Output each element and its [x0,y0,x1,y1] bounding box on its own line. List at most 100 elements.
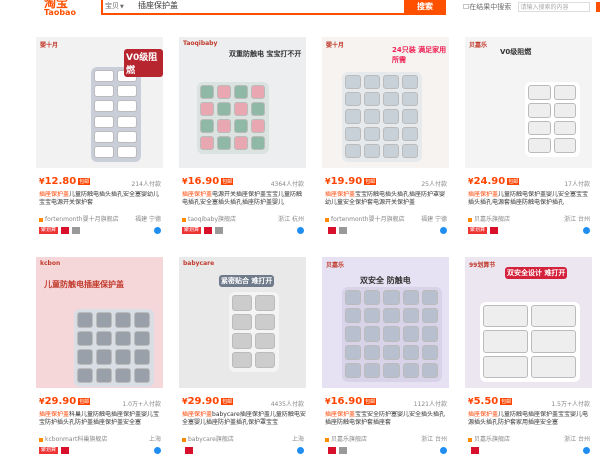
shop-link[interactable]: taoqibaby旗舰店 [182,214,236,223]
shop-location: 上海 [291,436,304,443]
shop-link[interactable]: fortenmonth婴十月旗舰店 [325,214,405,223]
shop-link[interactable]: babycare旗舰店 [182,434,234,443]
search-input[interactable]: 插座保护盖 [138,0,178,11]
tmall-icon[interactable] [204,227,213,234]
juhuasuan-badge[interactable]: 聚划算 [39,227,59,234]
outlet-cover-plate [197,82,269,154]
product-title[interactable]: 插座保护盖儿童防触电插头插孔安全塞婴幼儿宝宝电源开关保护套 [39,191,163,207]
product-image[interactable]: 双安全设计 难打开 99划算节 [465,257,592,388]
product-card[interactable]: 双重防触电 宝宝打不开 Taoqibaby ¥16.90 包邮 4364人付款 插座保护盖… [176,34,316,242]
outlet-cover [383,362,400,378]
outlet-cover [94,130,114,143]
tmall-icon[interactable] [185,447,193,454]
outlet-cover [528,102,551,118]
juhuasuan-badge[interactable]: 聚划算 [468,227,488,234]
outlet-cover [134,312,150,328]
outlet-cover-plate [342,72,422,162]
sold-count: 4435人付款 [270,401,304,408]
product-image[interactable]: 紧密贴合 难打开 babycare [179,257,306,388]
badge-row [468,447,479,455]
tmall-icon[interactable] [471,447,479,454]
tmall-icon[interactable] [328,227,336,234]
wangwang-chat-icon[interactable] [154,447,161,454]
tmall-icon[interactable] [328,447,336,454]
outlet-cover [251,119,265,133]
outlet-cover [553,138,576,153]
badge-row: 聚划算 [39,447,70,455]
outlet-cover [364,290,381,306]
product-price: ¥19.90 包邮 [325,176,377,187]
wangwang-chat-icon[interactable] [154,227,161,234]
wangwang-chat-icon[interactable] [440,227,447,234]
wangwang-chat-icon[interactable] [440,447,447,454]
in-results-label: 在结果中搜索 [469,3,512,11]
shop-link[interactable]: kcbonmart科巢旗舰店 [39,434,107,443]
ad-badge[interactable] [72,227,81,234]
shop-link[interactable]: fortenmonth婴十月旗舰店 [39,214,119,223]
product-title[interactable]: 插座保护盖宝宝防触电插头插孔插座防护罩婴幼儿童安全保护套电源开关保护盖 [325,191,449,207]
taobao-logo[interactable]: 淘宝 Taobao [44,0,80,20]
product-title[interactable]: 插座保护盖宝宝安全防护塞婴儿安全插头插孔插座防触电保护套插座套 [325,411,449,427]
product-image[interactable]: 儿童防触电插座保护盖 kcbon [36,257,163,388]
product-card[interactable]: 儿童防触电插座保护盖 kcbon ¥29.90 包邮 1.0万+人付款 插座保护盖科巢儿童… [33,254,173,462]
outlet-cover [234,119,248,133]
outlet-cover [345,344,362,360]
badge-row [325,227,347,235]
ad-badge[interactable] [215,227,224,234]
confirm-button[interactable]: 确定 [595,2,600,12]
outlet-cover [402,362,419,378]
juhuasuan-badge[interactable]: 聚划算 [182,227,202,234]
outlet-cover [217,85,231,99]
in-results-input[interactable]: 请输入搜索的内容 [517,2,590,12]
outlet-cover [345,143,361,158]
outlet-cover [383,75,399,90]
tmall-icon[interactable] [490,227,499,234]
product-image[interactable]: V0级阻燃 贝嘉乐 [465,37,592,168]
shop-link[interactable]: 贝嘉乐旗舰店 [325,434,367,443]
product-image[interactable]: V0级阻燃 婴十月 [36,37,163,168]
shop-link[interactable]: 贝嘉乐旗舰店 [468,434,510,443]
outlet-cover [364,75,380,90]
product-title[interactable]: 插座保护盖电源开关插座保护盖宝宝儿童防触电插孔安全塞插头插孔插座防护盖婴儿 [182,191,306,207]
outlet-cover [115,349,131,365]
wangwang-chat-icon[interactable] [583,447,590,454]
outlet-cover [96,349,112,365]
outlet-cover-plate [74,309,154,387]
wangwang-chat-icon[interactable] [297,447,304,454]
product-card[interactable]: V0级阻燃 婴十月 ¥12.80 包邮 214人付款 插座保护盖儿童防触电插头插孔安全塞婴… [33,34,173,242]
ad-badge[interactable] [339,447,347,454]
outlet-cover [115,330,131,346]
wangwang-chat-icon[interactable] [297,227,304,234]
product-card[interactable]: V0级阻燃 贝嘉乐 ¥24.90 包邮 17人付款 插座保护盖儿童防触电保护盖婴儿安全塞宝… [462,34,600,242]
outlet-cover [200,136,214,150]
shop-link[interactable]: 贝嘉乐旗舰店 [468,214,510,223]
product-image[interactable]: 24只装 满足家用所需 婴十月 [322,37,449,168]
product-title[interactable]: 插座保护盖儿童防触电插座保护盖宝宝婴儿电源插头插孔防护套家用插座安全塞 [468,411,592,427]
product-title[interactable]: 插座保护盖科巢儿童防触电插座保护盖婴儿宝宝防护插头孔防护盖插座保护盖安全塞 [39,411,163,427]
outlet-cover [383,344,400,360]
badge-row [182,447,193,455]
search-scope-select[interactable]: 宝贝▼ [105,1,124,11]
search-button[interactable]: 搜索 [404,0,446,15]
outlet-cover [345,308,362,324]
product-card[interactable]: 紧密贴合 难打开 babycare ¥29.90 包邮 4435人付款 插座保护盖baby… [176,254,316,462]
juhuasuan-badge[interactable]: 聚划算 [39,447,59,454]
outlet-cover [115,312,131,328]
outlet-cover [383,109,399,124]
product-card[interactable]: 24只装 满足家用所需 婴十月 ¥19.90 包邮 25人付款 插座保护盖宝宝防触电插头插… [319,34,459,242]
product-title[interactable]: 插座保护盖儿童防触电保护盖婴儿安全塞宝宝插头插孔电源套插座防触电保护插孔 [468,191,592,207]
outlet-cover [234,85,248,99]
tmall-icon[interactable] [61,447,70,454]
product-title[interactable]: 插座保护盖babycare插座保护盖儿童防触电安全塞婴儿插座防护盖插孔保护罩宝宝 [182,411,306,427]
product-card[interactable]: 双安全 防触电 贝嘉乐 ¥16.90 包邮 1121人付款 插座保护盖宝宝安全防护塞婴儿安… [319,254,459,462]
outlet-cover [421,344,438,360]
shop-location: 福建 宁德 [135,216,161,223]
product-card[interactable]: 双安全设计 难打开 99划算节 ¥5.50 包邮 1.5万+人付款 插座保护盖儿童防触电插… [462,254,600,462]
tmall-icon[interactable] [61,227,70,234]
outlet-cover [96,367,112,383]
product-image[interactable]: 双安全 防触电 贝嘉乐 [322,257,449,388]
wangwang-chat-icon[interactable] [583,227,590,234]
ad-badge[interactable] [339,227,347,234]
search-box[interactable]: 宝贝▼ 插座保护盖 搜索 [101,0,446,15]
product-image[interactable]: 双重防触电 宝宝打不开 Taoqibaby [179,37,306,168]
